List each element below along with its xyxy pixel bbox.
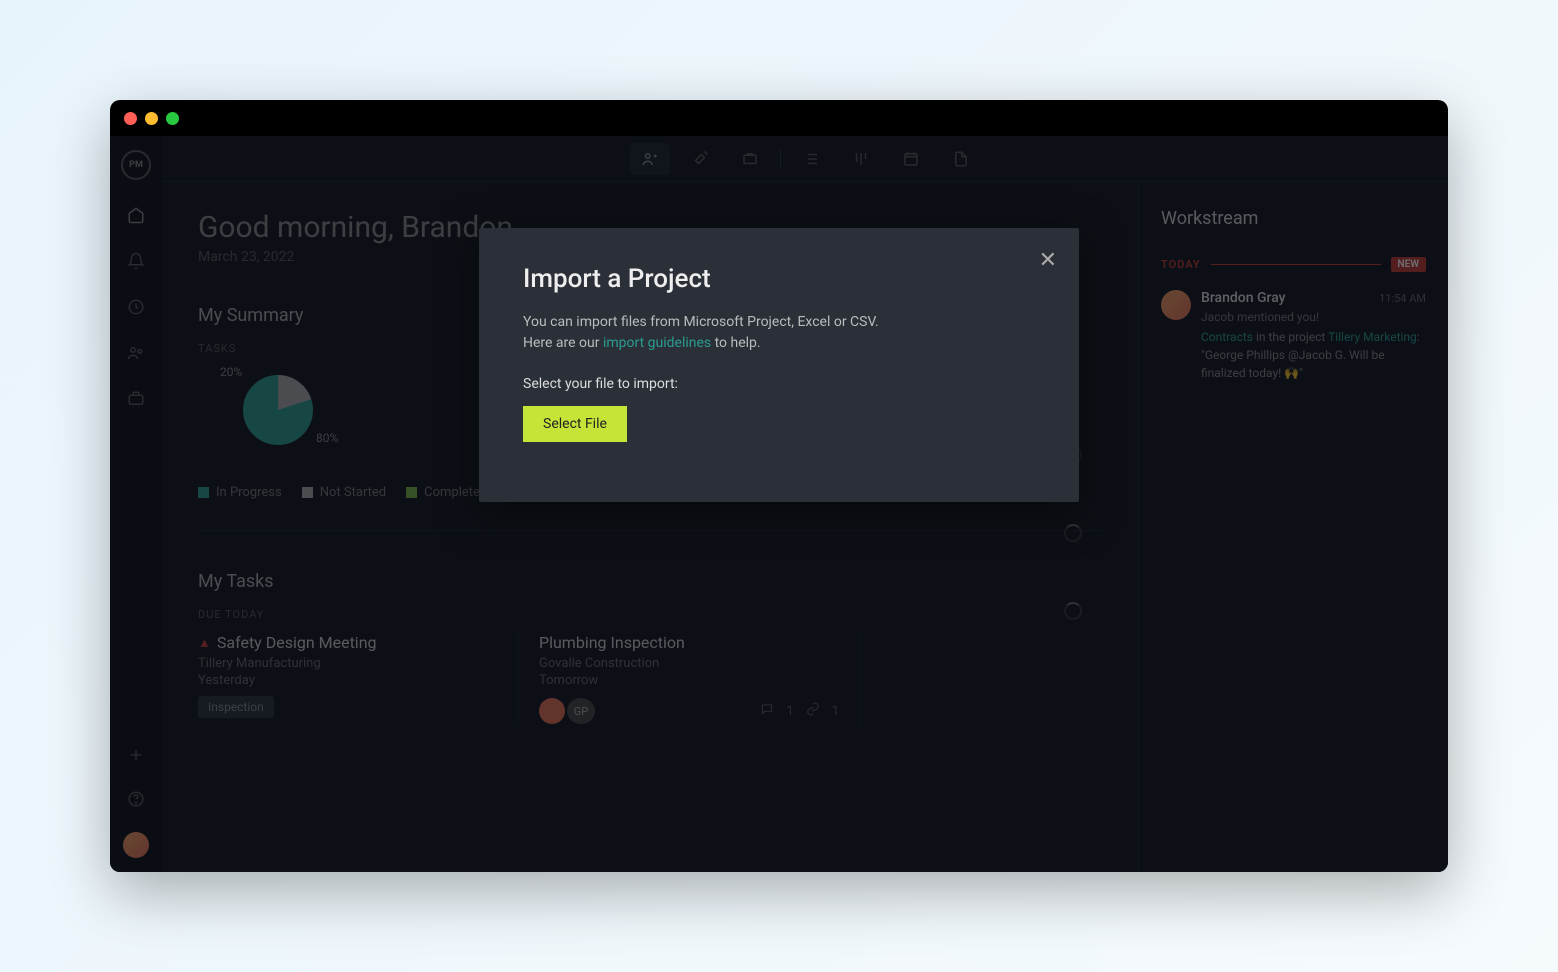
close-window-icon[interactable] <box>124 112 137 125</box>
import-guidelines-link[interactable]: import guidelines <box>603 335 711 351</box>
maximize-window-icon[interactable] <box>166 112 179 125</box>
modal-prompt: Select your file to import: <box>523 376 1035 392</box>
close-icon[interactable]: ✕ <box>1039 248 1057 273</box>
select-file-button[interactable]: Select File <box>523 406 627 442</box>
minimize-window-icon[interactable] <box>145 112 158 125</box>
titlebar <box>110 100 1448 136</box>
modal-description: You can import files from Microsoft Proj… <box>523 312 1035 354</box>
app-window: PM <box>110 100 1448 872</box>
import-modal: ✕ Import a Project You can import files … <box>479 228 1079 502</box>
modal-overlay[interactable]: ✕ Import a Project You can import files … <box>110 136 1448 872</box>
modal-title: Import a Project <box>523 264 1035 294</box>
